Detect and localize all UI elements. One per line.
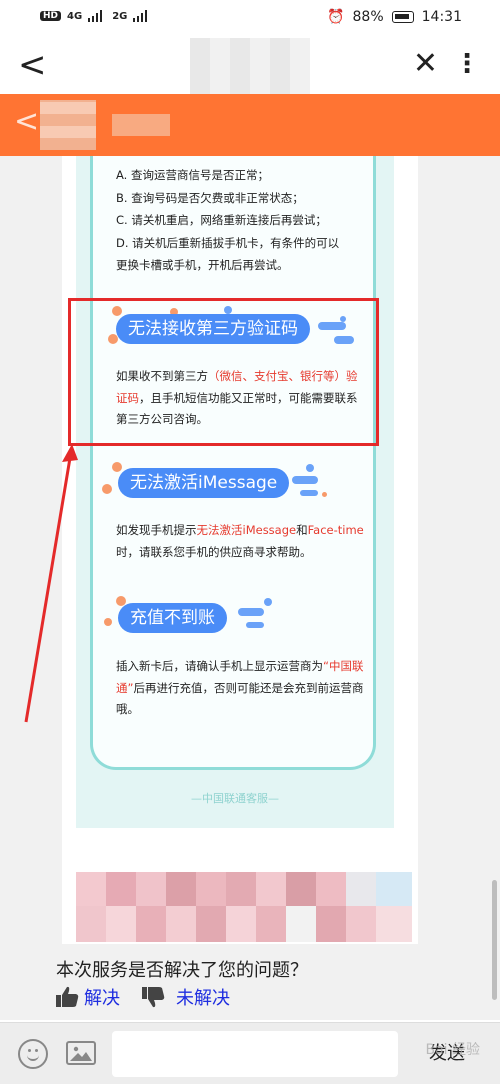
message-input[interactable] [112,1031,398,1077]
thumbs-down-icon [142,987,165,1008]
emoji-icon[interactable] [18,1039,48,1069]
bottom-input-bar: 发送 Bai 经验 [0,1022,500,1084]
solved-label: 解决 [84,988,120,1009]
blurred-content [76,872,412,942]
solved-button[interactable]: 解决 [54,984,120,1010]
thumbs-up-icon [56,986,79,1007]
scrollbar[interactable] [492,880,497,1000]
watermark-logo: Bai 经验 [425,1042,480,1058]
unsolved-label: 未解决 [176,988,230,1009]
image-icon[interactable] [66,1041,96,1065]
unsolved-button[interactable]: 未解决 [140,984,230,1010]
feedback-question: 本次服务是否解决了您的问题？ [56,960,308,981]
